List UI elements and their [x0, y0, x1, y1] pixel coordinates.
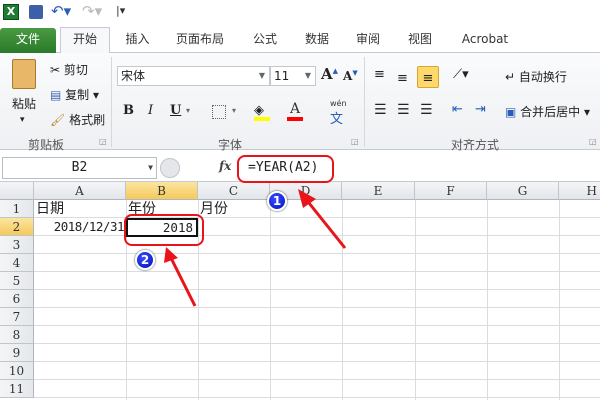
arrow-1-head	[298, 189, 316, 208]
step-badge-2: 2	[135, 250, 155, 270]
arrow-1	[303, 197, 347, 249]
cell-highlight-box	[124, 214, 204, 246]
annotation-layer	[164, 189, 347, 307]
step-badge-1: 1	[267, 191, 287, 211]
arrow-2	[168, 255, 197, 307]
formula-highlight-box	[237, 155, 334, 183]
